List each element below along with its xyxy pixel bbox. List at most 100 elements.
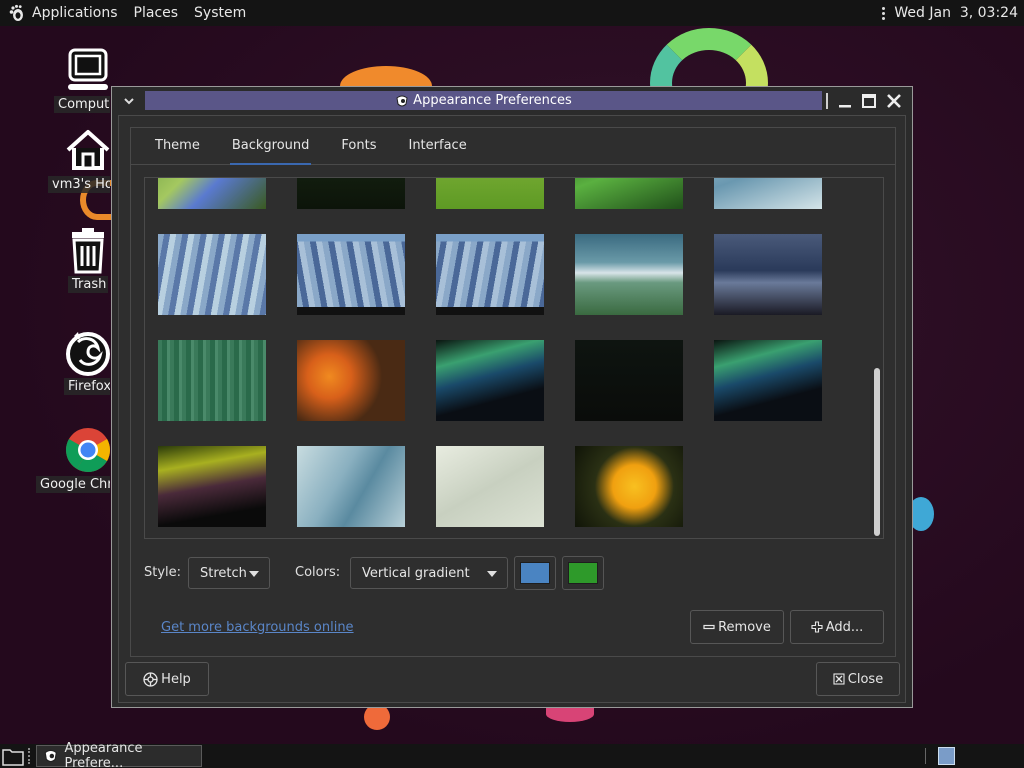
tab-fonts[interactable]: Fonts	[325, 128, 392, 165]
appearance-preferences-window: Appearance Preferences Theme Background …	[111, 86, 913, 708]
close-button-label: Close	[847, 671, 884, 687]
top-panel: Applications Places System Wed Jan 3, 03…	[0, 0, 1024, 26]
maximize-button[interactable]	[860, 92, 878, 110]
wallpaper-thumbnail[interactable]	[436, 446, 544, 527]
wallpaper-thumbnail[interactable]	[158, 340, 266, 421]
remove-icon	[703, 621, 715, 633]
primary-color-swatch	[520, 562, 550, 584]
secondary-color-button[interactable]	[562, 556, 604, 590]
add-button-label: Add...	[825, 619, 864, 635]
window-title-text: Appearance Preferences	[413, 93, 572, 108]
clock-text: Wed Jan 3, 03:24	[894, 5, 1018, 21]
places-menu[interactable]: Places	[126, 0, 187, 26]
help-icon	[143, 671, 158, 687]
colors-dropdown-value: Vertical gradient	[362, 565, 470, 581]
desktop-icon-label: Trash	[68, 276, 108, 293]
style-label: Style:	[144, 565, 182, 580]
window-titlebar[interactable]: Appearance Preferences	[112, 87, 912, 115]
tab-background[interactable]: Background	[216, 128, 326, 165]
taskbar-window-label: Appearance Prefere...	[64, 741, 143, 768]
wallpaper-thumbnail[interactable]	[436, 340, 544, 421]
wallpaper-thumbnail[interactable]	[297, 446, 405, 527]
wallpaper-thumbnail[interactable]	[158, 234, 266, 315]
tab-theme[interactable]: Theme	[139, 128, 216, 165]
places-menu-label: Places	[133, 5, 179, 21]
tab-label: Fonts	[341, 138, 377, 153]
desktop-icon-chrome[interactable]: Google Chrome	[28, 426, 110, 493]
tab-bar: Theme Background Fonts Interface	[131, 128, 895, 165]
wallpaper-thumbnail[interactable]	[575, 446, 683, 527]
wallpaper-thumbnail[interactable]	[714, 340, 822, 421]
close-button[interactable]: Close	[816, 662, 900, 696]
wallpaper-bottom-shape	[546, 706, 594, 722]
wallpaper-thumbnail[interactable]	[158, 178, 266, 209]
wallpaper-thumbnail[interactable]	[297, 178, 405, 209]
applications-menu-label: Applications	[32, 5, 118, 21]
panel-handle	[28, 748, 32, 764]
style-dropdown[interactable]: Stretch	[188, 557, 270, 589]
add-button[interactable]: Add...	[790, 610, 884, 644]
minimize-button[interactable]	[836, 92, 854, 110]
background-thumbnails	[144, 177, 884, 539]
chevron-down-icon	[124, 98, 134, 105]
help-button-label: Help	[161, 671, 191, 687]
close-icon	[887, 94, 901, 108]
colors-label: Colors:	[295, 565, 341, 580]
help-button[interactable]: Help	[125, 662, 209, 696]
desktop-icon-label: Firefox	[64, 378, 110, 395]
more-backgrounds-link[interactable]: Get more backgrounds online	[161, 620, 354, 635]
wallpaper-thumbnail[interactable]	[714, 234, 822, 315]
wallpaper-thumbnail[interactable]	[436, 234, 544, 315]
wallpaper-thumbnail[interactable]	[436, 178, 544, 209]
preferences-notebook: Theme Background Fonts Interface Style: …	[130, 127, 896, 657]
wallpaper-thumbnail[interactable]	[575, 340, 683, 421]
secondary-color-swatch	[568, 562, 598, 584]
tab-label: Background	[231, 138, 310, 153]
dropdown-arrow-icon	[487, 571, 497, 577]
tab-label: Theme	[155, 138, 200, 153]
primary-color-button[interactable]	[514, 556, 556, 590]
workspace-switcher[interactable]	[938, 747, 955, 765]
wallpaper-thumbnail[interactable]	[158, 446, 266, 527]
workspace-separator	[925, 748, 926, 764]
wallpaper-thumbnail[interactable]	[297, 234, 405, 315]
system-menu[interactable]: System	[186, 0, 254, 26]
minimize-icon	[839, 105, 851, 108]
dropdown-arrow-icon	[249, 571, 259, 577]
style-dropdown-value: Stretch	[200, 565, 247, 581]
close-icon	[833, 673, 845, 685]
tab-interface[interactable]: Interface	[392, 128, 482, 165]
trash-icon	[72, 228, 104, 274]
close-window-button[interactable]	[885, 92, 903, 110]
system-menu-label: System	[194, 5, 247, 21]
add-icon	[811, 621, 823, 633]
applications-menu[interactable]: Applications	[0, 0, 126, 26]
computer-icon	[68, 48, 108, 90]
window-menu-button[interactable]	[118, 91, 140, 111]
colors-dropdown[interactable]: Vertical gradient	[350, 557, 508, 589]
remove-button[interactable]: Remove	[690, 610, 784, 644]
wallpaper-thumbnail[interactable]	[714, 178, 822, 209]
desktop-icon-home[interactable]: vm3's Home	[28, 126, 110, 193]
remove-button-label: Remove	[718, 619, 771, 635]
desktop-icon-label: Computer	[54, 96, 110, 113]
wallpaper-thumbnail[interactable]	[297, 340, 405, 421]
desktop-icon-label: vm3's Home	[48, 176, 110, 193]
clock-applet[interactable]: Wed Jan 3, 03:24	[882, 5, 1024, 22]
window-body: Theme Background Fonts Interface Style: …	[118, 115, 906, 703]
wallpaper-thumbnail[interactable]	[575, 234, 683, 315]
gnome-foot-icon	[8, 4, 26, 22]
desktop-icon-firefox[interactable]: Firefox	[28, 328, 110, 395]
chrome-icon	[66, 428, 110, 472]
show-desktop-icon[interactable]	[2, 746, 24, 766]
wallpaper-thumbnail[interactable]	[575, 178, 683, 209]
taskbar-window-button[interactable]: Appearance Prefere...	[36, 741, 202, 768]
desktop-icon-label: Google Chrome	[36, 476, 110, 493]
desktop-icon-computer[interactable]: Computer	[28, 46, 110, 113]
desktop-icon-trash[interactable]: Trash	[28, 226, 108, 293]
thumbnails-scrollbar[interactable]	[870, 178, 883, 538]
maximize-icon	[862, 94, 876, 108]
scrollbar-thumb[interactable]	[874, 368, 880, 536]
appearance-app-icon	[44, 749, 57, 763]
window-title[interactable]: Appearance Preferences	[145, 91, 822, 110]
